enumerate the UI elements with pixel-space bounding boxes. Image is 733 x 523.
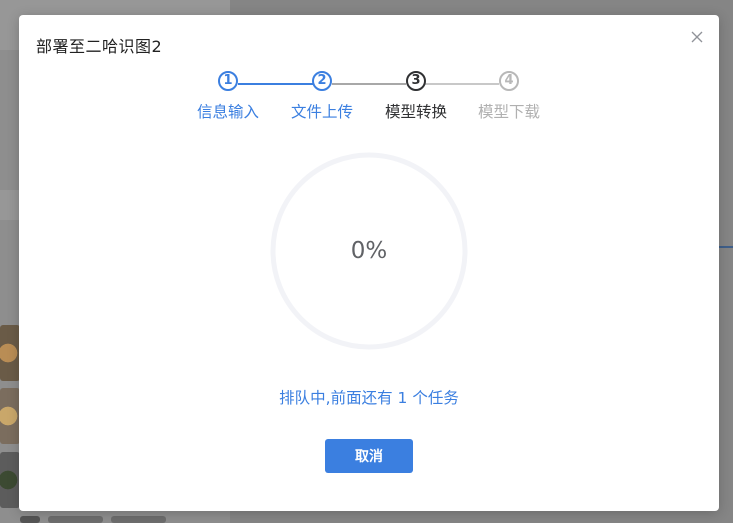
queue-status: 排队中,前面还有 1 个任务 [279,389,459,407]
step-label: 模型转换 [384,103,447,121]
background-accent-line [719,246,733,248]
background-thumbnail [0,452,20,508]
step-number: 3 [406,71,426,91]
step-number: 4 [499,71,519,91]
step-label: 信息输入 [196,103,259,121]
step-label: 文件上传 [290,103,353,121]
background-thumbnail [111,516,166,523]
step-model-conversion: 3 模型转换 [376,71,456,122]
cancel-button[interactable]: 取消 [325,439,413,473]
progress-percentage: 0% [350,238,388,264]
stepper: 1 信息输入 2 文件上传 3 模型转换 4 模型下载 [19,71,719,131]
step-info-input: 1 信息输入 [188,71,268,122]
background-thumbnail [20,516,40,523]
step-number: 1 [218,71,238,91]
dialog-title: 部署至二哈识图2 [36,37,163,56]
deploy-dialog: 部署至二哈识图2 1 信息输入 2 文件上传 3 模型转换 4 模型下载 0% [19,15,719,511]
step-file-upload: 2 文件上传 [282,71,362,122]
step-number: 2 [312,71,332,91]
close-icon [691,31,703,43]
step-model-download: 4 模型下载 [469,71,549,122]
background-thumbnail [0,388,20,444]
background-thumbnail [48,516,103,523]
step-label: 模型下载 [477,103,540,121]
close-button[interactable] [689,29,705,45]
background-thumbnail [0,325,20,381]
